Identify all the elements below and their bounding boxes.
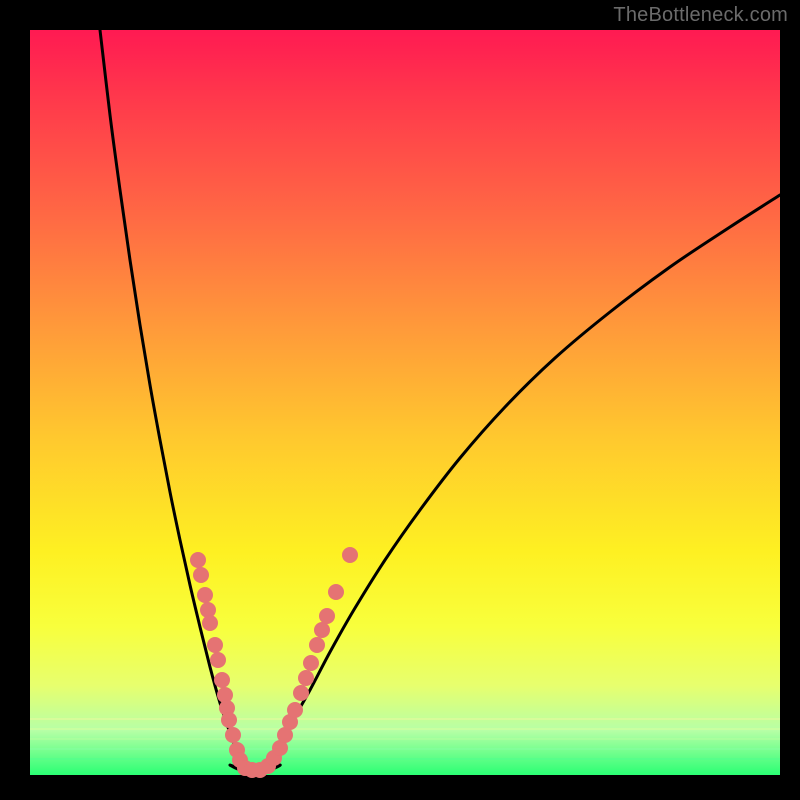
watermark-text: TheBottleneck.com xyxy=(613,4,788,27)
highlight-dot xyxy=(221,712,237,728)
curve-path xyxy=(100,30,780,772)
plot-area xyxy=(30,30,780,775)
highlight-dot xyxy=(214,672,230,688)
highlight-dot xyxy=(314,622,330,638)
highlight-dot xyxy=(309,637,325,653)
highlight-dot xyxy=(225,727,241,743)
highlight-dots xyxy=(190,547,358,778)
bottleneck-curve xyxy=(100,30,780,772)
highlight-dot xyxy=(328,584,344,600)
highlight-dot xyxy=(193,567,209,583)
highlight-dot xyxy=(293,685,309,701)
highlight-dot xyxy=(298,670,314,686)
highlight-dot xyxy=(342,547,358,563)
highlight-dot xyxy=(319,608,335,624)
highlight-dot xyxy=(303,655,319,671)
highlight-dot xyxy=(197,587,213,603)
highlight-dot xyxy=(190,552,206,568)
highlight-dot xyxy=(207,637,223,653)
highlight-dot xyxy=(287,702,303,718)
curve-layer xyxy=(30,30,780,775)
highlight-dot xyxy=(210,652,226,668)
highlight-dot xyxy=(202,615,218,631)
chart-frame: TheBottleneck.com xyxy=(0,0,800,800)
